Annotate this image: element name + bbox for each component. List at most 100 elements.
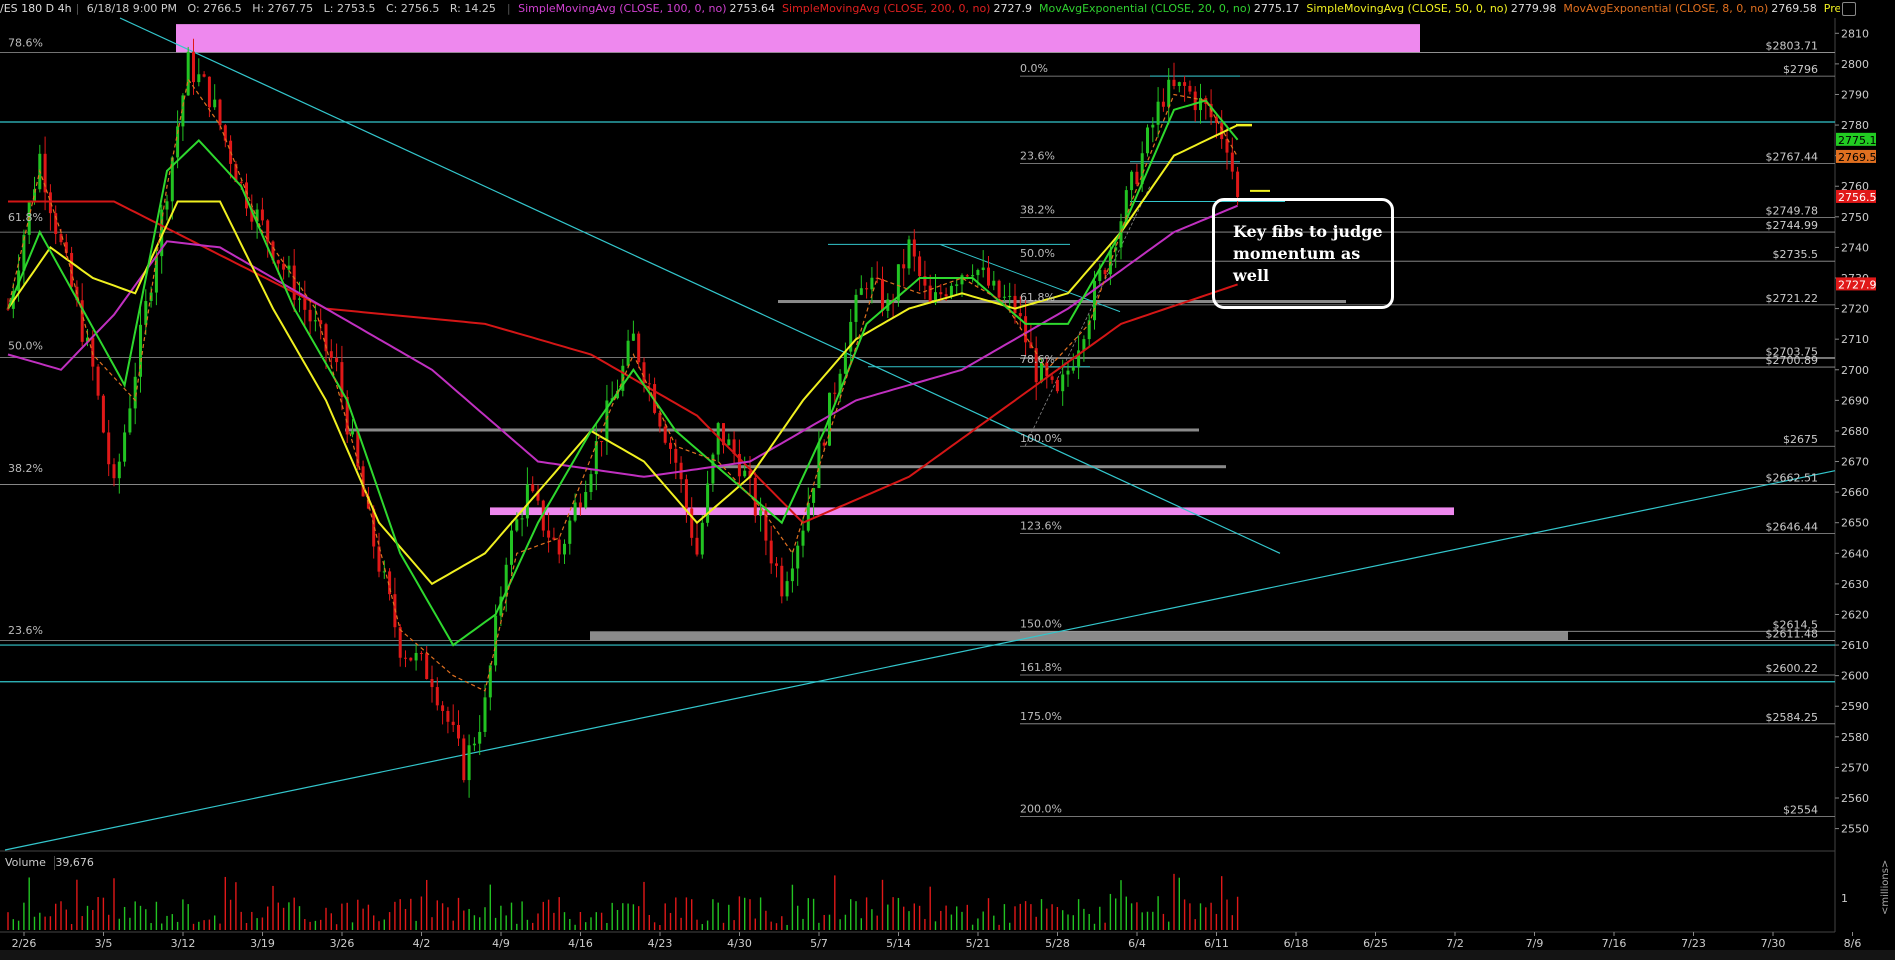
fib-percent-label: 78.6% [1020, 353, 1055, 366]
candle-body [313, 320, 317, 322]
candle-body [547, 530, 551, 538]
axis-price-tag-label: 2756.5 [1838, 191, 1877, 204]
candle-body [303, 298, 307, 310]
y-tick-label: 2670 [1841, 456, 1869, 469]
x-tick-label: 4/30 [727, 937, 752, 950]
candle-body [684, 479, 688, 509]
x-tick-label: 7/30 [1761, 937, 1786, 950]
level-price-label: $2646.44 [1766, 521, 1819, 534]
volume-label: Volume 39,676 [5, 856, 100, 869]
x-tick-label: 8/6 [1844, 937, 1862, 950]
candle-body [520, 518, 524, 520]
candle-body [1236, 171, 1240, 197]
candle-body [663, 426, 667, 443]
x-tick-label: 6/25 [1363, 937, 1388, 950]
candle-body [1013, 295, 1017, 314]
y-tick-label: 2800 [1841, 58, 1869, 71]
candle-body [525, 484, 529, 519]
candle-body [329, 351, 333, 358]
x-tick-label: 7/16 [1602, 937, 1627, 950]
candle-body [870, 277, 874, 290]
candle-body [695, 537, 699, 555]
candle-body [308, 309, 312, 322]
fib-percent-label: 23.6% [8, 624, 43, 637]
candle-body [902, 264, 906, 269]
candle-body [918, 256, 922, 277]
level-price-label: $2721.22 [1766, 292, 1819, 305]
candle-body [1050, 376, 1054, 380]
candle-body [753, 477, 757, 516]
candle-body [796, 545, 800, 569]
price-chart[interactable]: 0.0%23.6%38.2%50.0%61.8%78.6%100.0%123.6… [0, 0, 1895, 960]
annotation-box[interactable]: Key fibs to judge momentum as well [1212, 198, 1394, 309]
candle-body [711, 454, 715, 484]
candle-body [881, 278, 884, 311]
candle-body [1018, 313, 1022, 317]
candle-body [441, 705, 445, 711]
candle-body [197, 74, 201, 83]
x-tick-label: 6/4 [1128, 937, 1146, 950]
candle-body [1055, 379, 1059, 392]
candle-body [531, 484, 535, 492]
x-tick-label: 2/26 [12, 937, 37, 950]
candle-body [1130, 171, 1134, 191]
x-tick-label: 4/2 [413, 937, 431, 950]
fib-percent-label: 161.8% [1020, 661, 1062, 674]
x-tick-label: 4/9 [492, 937, 510, 950]
candle-body [854, 294, 858, 322]
level-price-label: $2554 [1783, 803, 1818, 816]
candle-body [822, 442, 826, 446]
x-tick-label: 5/14 [886, 937, 911, 950]
fib-percent-label: 50.0% [8, 339, 43, 352]
candle-body [573, 502, 577, 521]
candle-body [780, 565, 784, 597]
y-tick-label: 2780 [1841, 119, 1869, 132]
fib-percent-label: 200.0% [1020, 802, 1062, 815]
candle-body [409, 657, 413, 661]
candle-body [806, 502, 810, 531]
candle-body [186, 51, 190, 96]
level-price-label: $2700.89 [1766, 354, 1819, 367]
candle-body [335, 357, 339, 363]
level-price-label: $2584.25 [1766, 711, 1819, 724]
candle-body [1066, 370, 1070, 375]
axis-price-tag-label: 2769.58 [1838, 151, 1884, 164]
y-tick-label: 2560 [1841, 792, 1869, 805]
level-price-label: $2611.48 [1766, 628, 1819, 641]
y-tick-label: 2630 [1841, 578, 1869, 591]
y-tick-label: 2710 [1841, 333, 1869, 346]
y-tick-label: 2700 [1841, 364, 1869, 377]
fib-percent-label: 150.0% [1020, 617, 1062, 630]
candle-body [1103, 269, 1107, 275]
y-tick-label: 2600 [1841, 670, 1869, 683]
level-price-label: $2796 [1783, 63, 1818, 76]
axis-price-tag-label: 2775.17 [1838, 134, 1884, 147]
candle-body [949, 285, 953, 297]
candle-body [626, 340, 630, 366]
candle-body [955, 284, 959, 286]
candle-body [298, 298, 301, 300]
axis-price-tag-label: 2727.9 [1838, 278, 1877, 291]
candle-body [351, 431, 354, 435]
y-tick-label: 2680 [1841, 425, 1869, 438]
candle-body [478, 731, 482, 744]
level-price-label: $2662.51 [1766, 471, 1819, 484]
level-price-label: $2735.5 [1773, 248, 1819, 261]
volume-unit-label: <millions> [1880, 859, 1891, 915]
candle-body [769, 540, 773, 564]
fib-percent-label: 0.0% [1020, 62, 1048, 75]
candle-body [451, 721, 455, 725]
candle-body [669, 442, 672, 449]
candle-body [992, 280, 996, 286]
fib-percent-label: 123.6% [1020, 520, 1062, 533]
candle-body [446, 710, 450, 722]
candle-body [1071, 366, 1075, 371]
candle-body [117, 461, 121, 479]
level-price-label: $2600.22 [1766, 662, 1819, 675]
candle-body [398, 627, 402, 658]
candle-body [404, 657, 407, 659]
candle-body [1188, 85, 1192, 92]
x-tick-label: 3/12 [171, 937, 196, 950]
candle-body [631, 333, 635, 341]
candle-body [637, 333, 641, 363]
